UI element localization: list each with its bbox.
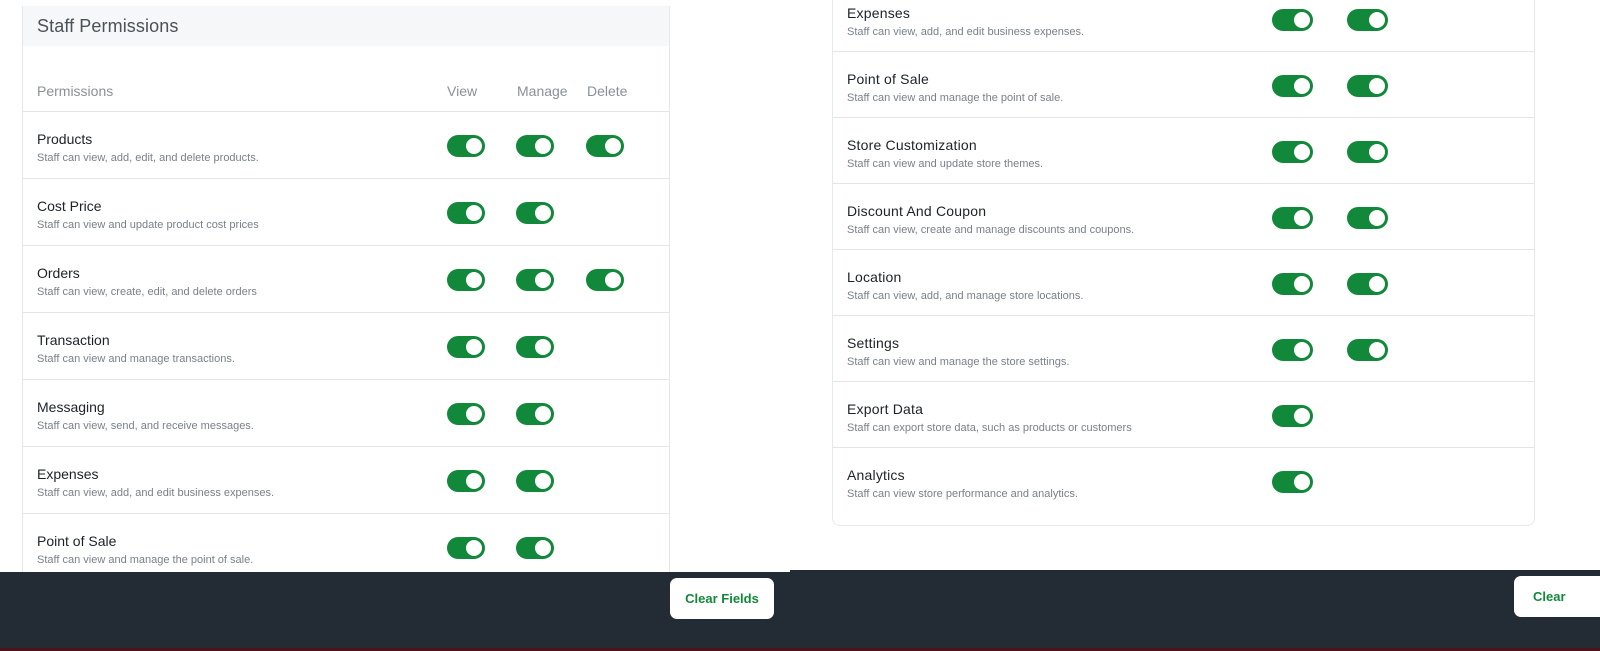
- permission-row-orders: Orders Staff can view, create, edit, and …: [23, 246, 669, 313]
- view-toggle[interactable]: [447, 336, 485, 358]
- permission-row-location: Location Staff can view, add, and manage …: [833, 250, 1534, 316]
- manage-toggle[interactable]: [1347, 207, 1388, 229]
- permission-row-transaction: Transaction Staff can view and manage tra…: [23, 313, 669, 380]
- delete-toggle[interactable]: [586, 135, 624, 157]
- manage-toggle[interactable]: [1347, 339, 1388, 361]
- header-permissions: Permissions: [37, 83, 114, 99]
- permissions-list-left: Products Staff can view, add, edit, and d…: [23, 112, 669, 581]
- clear-fields-button-partial[interactable]: Clear: [1514, 576, 1600, 617]
- footer-bar-right: Clear: [790, 570, 1600, 651]
- permission-row-store-customization: Store Customization Staff can view and up…: [833, 118, 1534, 184]
- view-toggle[interactable]: [1272, 471, 1313, 493]
- manage-toggle[interactable]: [516, 537, 554, 559]
- permission-row-export-data: Export Data Staff can export store data, …: [833, 382, 1534, 448]
- permission-title: Settings: [847, 335, 900, 351]
- manage-toggle[interactable]: [516, 470, 554, 492]
- view-toggle[interactable]: [1272, 339, 1313, 361]
- clear-fields-button[interactable]: Clear Fields: [670, 578, 774, 619]
- header-view: View: [447, 83, 478, 99]
- view-toggle[interactable]: [447, 202, 485, 224]
- permission-title: Export Data: [847, 401, 924, 417]
- view-toggle[interactable]: [1272, 405, 1313, 427]
- permission-description: Staff can view, create and manage discou…: [847, 224, 1135, 236]
- permissions-table-header: Permissions View Manage Delete: [23, 64, 669, 112]
- permission-description: Staff can view, add, and manage store lo…: [847, 290, 1084, 302]
- manage-toggle[interactable]: [516, 336, 554, 358]
- permission-row-products: Products Staff can view, add, edit, and d…: [23, 112, 669, 179]
- delete-toggle[interactable]: [586, 269, 624, 291]
- permission-row-analytics: Analytics Staff can view store performanc…: [833, 448, 1534, 514]
- manage-toggle[interactable]: [1347, 273, 1388, 295]
- permissions-list-right: Expenses Staff can view, add, and edit bu…: [833, 0, 1534, 514]
- manage-toggle[interactable]: [516, 269, 554, 291]
- permission-description: Staff can view and manage the store sett…: [847, 356, 1070, 368]
- permission-row-settings: Settings Staff can view and manage the st…: [833, 316, 1534, 382]
- permission-title: Messaging: [37, 399, 105, 415]
- permission-description: Staff can view and manage the point of s…: [847, 92, 1064, 104]
- view-toggle[interactable]: [447, 269, 485, 291]
- manage-toggle[interactable]: [516, 135, 554, 157]
- view-toggle[interactable]: [1272, 207, 1313, 229]
- permission-row-cost-price: Cost Price Staff can view and update prod…: [23, 179, 669, 246]
- permission-title: Discount And Coupon: [847, 203, 987, 219]
- permission-description: Staff can view, send, and receive messag…: [37, 420, 254, 432]
- permission-title: Point of Sale: [847, 71, 929, 87]
- view-toggle[interactable]: [1272, 75, 1313, 97]
- permission-title: Cost Price: [37, 198, 102, 214]
- panel-header: Staff Permissions: [23, 6, 669, 46]
- permission-title: Orders: [37, 265, 80, 281]
- permission-description: Staff can view, add, and edit business e…: [847, 26, 1085, 38]
- permission-description: Staff can view and manage transactions.: [37, 353, 235, 365]
- header-delete: Delete: [587, 83, 628, 99]
- permission-row-point-of-sale: Point of Sale Staff can view and manage t…: [23, 514, 669, 581]
- permission-title: Expenses: [37, 466, 99, 482]
- permission-row-messaging: Messaging Staff can view, send, and recei…: [23, 380, 669, 447]
- staff-permissions-panel: Staff Permissions Permissions View Manag…: [22, 6, 670, 581]
- header-manage: Manage: [517, 83, 568, 99]
- manage-toggle[interactable]: [516, 403, 554, 425]
- permission-description: Staff can view, add, edit, and delete pr…: [37, 152, 259, 164]
- permission-row-expenses: Expenses Staff can view, add, and edit bu…: [833, 0, 1534, 52]
- permission-row-expenses: Expenses Staff can view, add, and edit bu…: [23, 447, 669, 514]
- permission-row-point-of-sale: Point of Sale Staff can view and manage t…: [833, 52, 1534, 118]
- permission-title: Point of Sale: [37, 533, 117, 549]
- staff-permissions-panel-continued: Expenses Staff can view, add, and edit bu…: [832, 0, 1535, 526]
- permission-title: Transaction: [37, 332, 110, 348]
- view-toggle[interactable]: [447, 403, 485, 425]
- permission-title: Products: [37, 131, 93, 147]
- view-toggle[interactable]: [1272, 141, 1313, 163]
- permission-description: Staff can export store data, such as pro…: [847, 422, 1132, 434]
- permission-description: Staff can view and update product cost p…: [37, 219, 259, 231]
- permission-row-discount-and-coupon: Discount And Coupon Staff can view, creat…: [833, 184, 1534, 250]
- view-toggle[interactable]: [447, 537, 485, 559]
- view-toggle[interactable]: [1272, 9, 1313, 31]
- manage-toggle[interactable]: [1347, 141, 1388, 163]
- permission-description: Staff can view, add, and edit business e…: [37, 487, 275, 499]
- panel-title: Staff Permissions: [37, 15, 179, 36]
- permission-title: Location: [847, 269, 902, 285]
- view-toggle[interactable]: [1272, 273, 1313, 295]
- footer-bar-left: Clear Fields: [0, 572, 790, 651]
- permission-description: Staff can view and update store themes.: [847, 158, 1044, 170]
- permission-description: Staff can view and manage the point of s…: [37, 554, 254, 566]
- permission-description: Staff can view store performance and ana…: [847, 488, 1078, 500]
- permission-title: Analytics: [847, 467, 905, 483]
- permission-description: Staff can view, create, edit, and delete…: [37, 286, 257, 298]
- permission-title: Expenses: [847, 5, 911, 21]
- view-toggle[interactable]: [447, 470, 485, 492]
- view-toggle[interactable]: [447, 135, 485, 157]
- manage-toggle[interactable]: [1347, 9, 1388, 31]
- permission-title: Store Customization: [847, 137, 977, 153]
- manage-toggle[interactable]: [516, 202, 554, 224]
- manage-toggle[interactable]: [1347, 75, 1388, 97]
